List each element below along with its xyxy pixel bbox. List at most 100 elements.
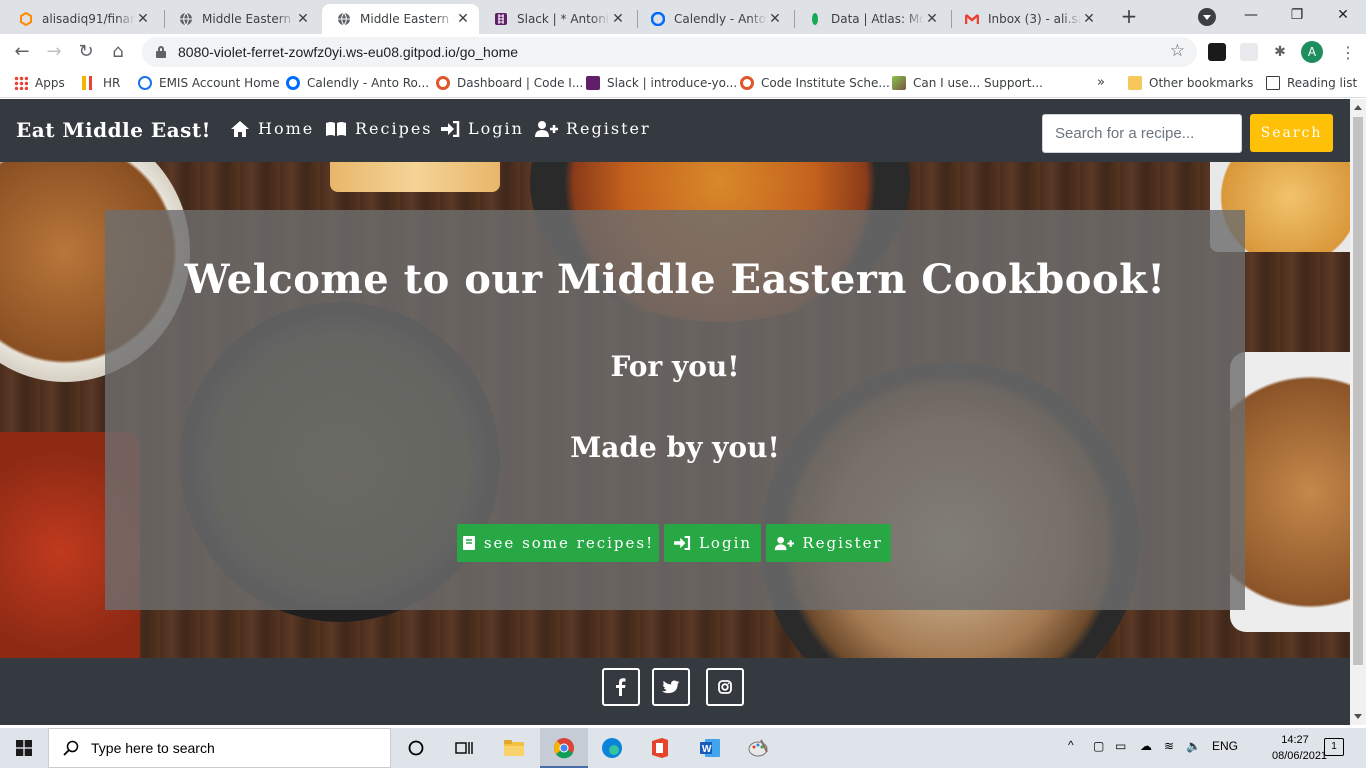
close-tab-icon[interactable]: ✕: [610, 11, 626, 27]
profile-avatar[interactable]: A: [1301, 41, 1323, 63]
recipe-search-input[interactable]: [1042, 114, 1242, 153]
tab-title: Middle Eastern C: [360, 12, 455, 26]
facebook-icon[interactable]: [602, 668, 640, 706]
browser-tab[interactable]: alisadiq91/financ ✕: [4, 4, 159, 34]
lock-icon: [156, 46, 166, 58]
instagram-icon[interactable]: [706, 668, 744, 706]
nav-home[interactable]: Home: [230, 119, 314, 138]
bookmark-dashboard[interactable]: Dashboard | Code I...: [436, 76, 583, 90]
back-icon[interactable]: ←: [10, 40, 34, 64]
clock-time: 14:27: [1281, 734, 1309, 746]
scrollbar-thumb[interactable]: [1353, 117, 1363, 665]
extension-icon[interactable]: [1208, 43, 1226, 61]
site-brand[interactable]: Eat Middle East!: [16, 118, 211, 142]
reading-list[interactable]: Reading list: [1266, 76, 1357, 90]
book-icon: [462, 536, 475, 550]
hero-section: Welcome to our Middle Eastern Cookbook! …: [0, 162, 1350, 658]
scroll-up-arrow[interactable]: [1354, 105, 1362, 110]
reading-list-icon: [1266, 76, 1280, 90]
new-tab-button[interactable]: +: [1118, 6, 1140, 28]
minimize-button[interactable]: —: [1228, 0, 1274, 32]
search-button[interactable]: Search: [1250, 114, 1333, 152]
windows-logo-icon: [16, 740, 32, 756]
more-bookmarks-icon[interactable]: »: [1097, 75, 1105, 90]
nav-label: Recipes: [355, 119, 433, 138]
see-recipes-button[interactable]: see some recipes!: [457, 524, 659, 562]
notification-center-icon[interactable]: 1: [1324, 738, 1344, 756]
bookmark-label: Calendly - Anto Ro...: [307, 76, 430, 90]
hero-register-button[interactable]: Register: [766, 524, 891, 562]
forward-icon[interactable]: →: [42, 40, 66, 64]
windows-start-button[interactable]: [0, 728, 48, 768]
taskbar-search-box[interactable]: Type here to search: [48, 728, 391, 768]
calendly-icon: [650, 11, 666, 27]
close-tab-icon[interactable]: ✕: [924, 11, 940, 27]
task-view-icon[interactable]: [440, 728, 488, 768]
edge-icon[interactable]: [588, 728, 636, 768]
bookmark-calendly[interactable]: Calendly - Anto Ro...: [286, 76, 429, 90]
close-tab-icon[interactable]: ✕: [295, 11, 311, 27]
button-label: see some recipes!: [483, 534, 655, 552]
bookmark-schedule[interactable]: Code Institute Sche...: [740, 76, 890, 90]
bookmark-caniuse[interactable]: Can I use... Support...: [892, 76, 1043, 90]
scroll-down-arrow[interactable]: [1354, 714, 1362, 719]
tab-search-icon[interactable]: [1198, 8, 1216, 26]
close-window-button[interactable]: ✕: [1320, 0, 1366, 32]
nav-recipes[interactable]: Recipes: [325, 119, 433, 138]
browser-tab[interactable]: Calendly - Anto R ✕: [636, 4, 791, 34]
tray-app-icon[interactable]: ▢: [1093, 739, 1104, 753]
bookmark-star-icon[interactable]: ☆: [1170, 41, 1185, 61]
extensions-puzzle-icon[interactable]: ✱: [1271, 43, 1289, 61]
browser-tab[interactable]: Middle Eastern C ✕: [164, 4, 319, 34]
bookmark-hr[interactable]: HR: [82, 76, 120, 90]
taskbar-search-placeholder: Type here to search: [91, 740, 215, 756]
site-navbar: Eat Middle East! Home Recipes Login Regi…: [0, 99, 1350, 162]
close-tab-icon[interactable]: ✕: [455, 11, 471, 27]
bookmark-emis[interactable]: EMIS Account Home: [138, 76, 280, 90]
twitter-icon[interactable]: [652, 668, 690, 706]
battery-icon[interactable]: ▭: [1115, 739, 1126, 753]
nav-label: Home: [258, 119, 315, 138]
bookmark-apps[interactable]: Apps: [14, 76, 65, 90]
paint-icon[interactable]: [734, 728, 782, 768]
volume-icon[interactable]: 🔈: [1186, 739, 1201, 753]
menu-kebab-icon[interactable]: ⋮: [1340, 43, 1356, 62]
browser-tab[interactable]: Slack | * AntonioR ✕: [479, 4, 634, 34]
chrome-taskbar-icon[interactable]: [540, 728, 588, 768]
close-tab-icon[interactable]: ✕: [135, 11, 151, 27]
close-tab-icon[interactable]: ✕: [767, 11, 783, 27]
wifi-icon[interactable]: ≋: [1164, 739, 1174, 753]
address-bar[interactable]: 8080-violet-ferret-zowfz0yi.ws-eu08.gitp…: [142, 37, 1197, 67]
show-hidden-icons[interactable]: ^: [1068, 738, 1074, 752]
hero-login-button[interactable]: Login: [664, 524, 761, 562]
gmail-icon: [964, 11, 980, 27]
nav-register[interactable]: Register: [534, 119, 651, 138]
nav-label: Login: [468, 119, 524, 138]
close-tab-icon[interactable]: ✕: [1081, 11, 1097, 27]
bookmark-label: Apps: [35, 76, 65, 90]
browser-tab[interactable]: Inbox (3) - ali.sad ✕: [950, 4, 1105, 34]
mongodb-leaf-icon: [807, 11, 823, 27]
maximize-button[interactable]: ❐: [1274, 0, 1320, 32]
input-language[interactable]: ENG: [1212, 739, 1238, 753]
home-icon[interactable]: ⌂: [106, 40, 130, 64]
cortana-icon[interactable]: [392, 728, 440, 768]
bookmark-label: HR: [103, 76, 121, 90]
tab-title: Middle Eastern C: [202, 12, 295, 26]
system-clock[interactable]: 14:27 08/06/2021: [1272, 732, 1327, 764]
file-explorer-icon[interactable]: [490, 728, 538, 768]
word-icon[interactable]: W: [686, 728, 734, 768]
other-bookmarks[interactable]: Other bookmarks: [1128, 76, 1253, 90]
bookmark-slack[interactable]: Slack | introduce-yo...: [586, 76, 737, 90]
user-plus-icon: [775, 536, 795, 550]
onedrive-icon[interactable]: ☁: [1140, 739, 1152, 753]
browser-tab-active[interactable]: Middle Eastern C ✕: [322, 4, 479, 34]
reload-icon[interactable]: ↻: [74, 40, 98, 64]
nav-login[interactable]: Login: [440, 119, 524, 138]
office-icon[interactable]: [636, 728, 684, 768]
browser-tab[interactable]: Data | Atlas: Mon ✕: [793, 4, 948, 34]
emis-icon: [138, 76, 152, 90]
extension-icon[interactable]: [1240, 43, 1258, 61]
tab-title: Inbox (3) - ali.sad: [988, 12, 1081, 26]
page-scrollbar[interactable]: [1350, 99, 1366, 725]
